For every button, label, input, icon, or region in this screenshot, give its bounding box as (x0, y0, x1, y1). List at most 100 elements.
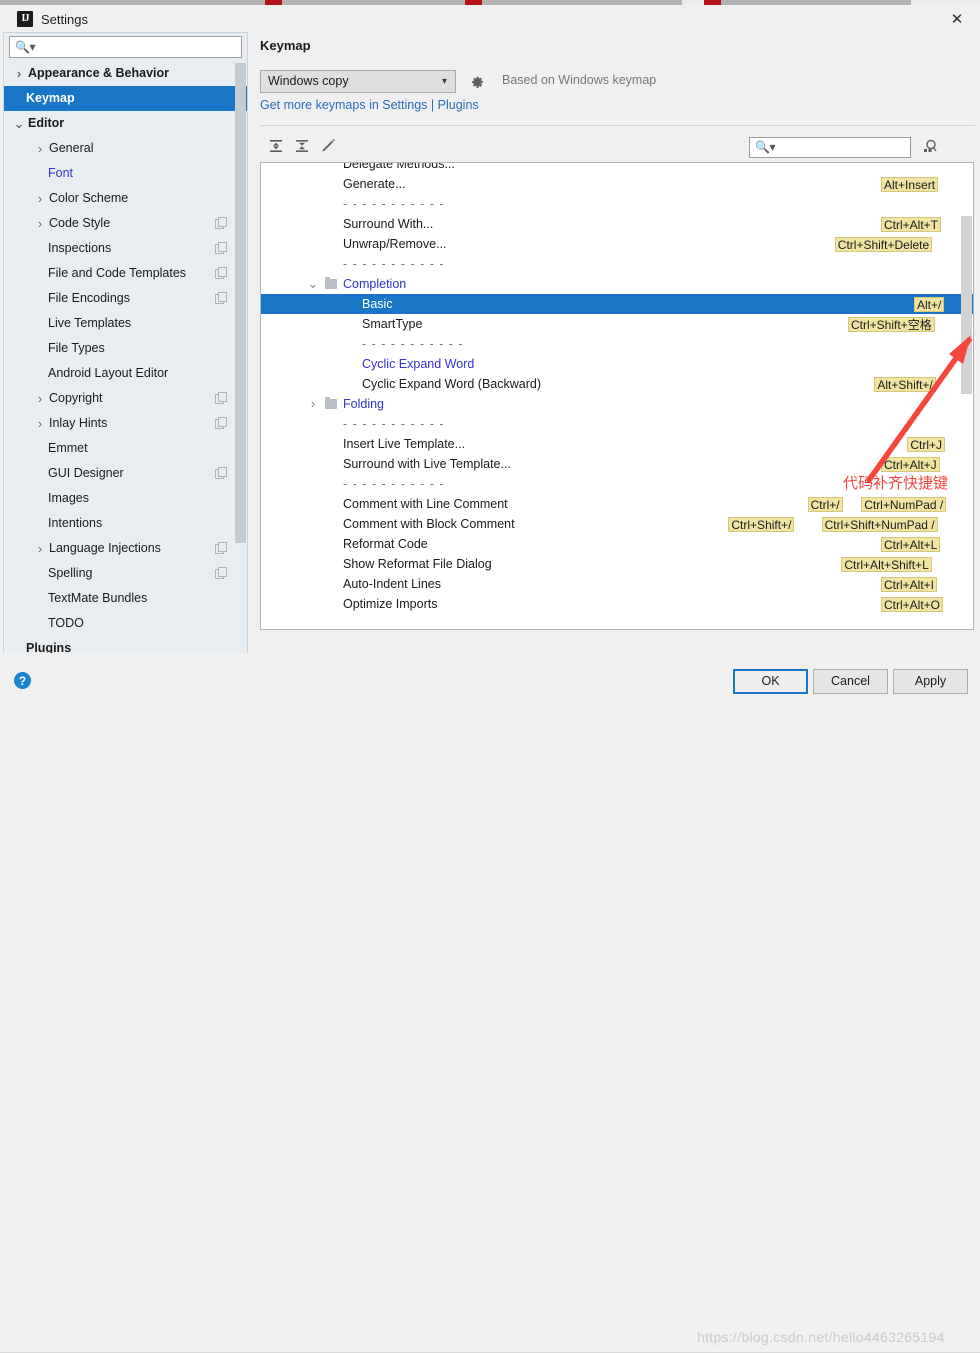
expand-all-icon[interactable] (266, 136, 286, 156)
keymap-action-row[interactable]: Delegate Methods... (261, 163, 973, 174)
sidebar-item-textmate-bundles[interactable]: TextMate Bundles (4, 586, 247, 611)
chevron-right-icon[interactable]: › (307, 394, 319, 414)
keymap-action-row[interactable]: Insert Live Template... Ctrl+J (261, 434, 973, 454)
chevron-right-icon[interactable]: › (34, 411, 46, 436)
copy-settings-icon[interactable] (215, 267, 227, 279)
keymap-action-row[interactable]: Unwrap/Remove... Ctrl+Shift+Delete (261, 234, 973, 254)
copy-settings-icon[interactable] (215, 242, 227, 254)
chevron-right-icon[interactable]: › (13, 61, 25, 86)
sidebar-item-label: Color Scheme (49, 191, 129, 205)
sidebar-item-copyright[interactable]: › Copyright (4, 386, 247, 411)
chevron-right-icon[interactable]: › (34, 536, 46, 561)
shortcut-badge: Ctrl+Shift+/ (728, 517, 795, 532)
sidebar-item-emmet[interactable]: Emmet (4, 436, 247, 461)
keymap-action-row[interactable]: Optimize Imports Ctrl+Alt+O (261, 594, 973, 614)
keymap-toolbar: 🔍▾ (255, 132, 977, 164)
sidebar-item-appearance-behavior[interactable]: › Appearance & Behavior (4, 61, 247, 86)
chevron-down-icon: ▾ (441, 76, 447, 87)
keymap-select[interactable]: Windows copy ▾ (260, 70, 456, 93)
sidebar-item-file-types[interactable]: File Types (4, 336, 247, 361)
keymap-action-row[interactable]: Basic Alt+/ (261, 294, 973, 314)
collapse-all-icon[interactable] (292, 136, 312, 156)
help-button[interactable]: ? (14, 672, 31, 689)
sidebar-item-android-layout-editor[interactable]: Android Layout Editor (4, 361, 247, 386)
sidebar-item-label: Language Injections (49, 541, 161, 555)
copy-settings-icon[interactable] (215, 392, 227, 404)
find-shortcut-input[interactable]: 🔍▾ (749, 137, 911, 158)
keymap-action-row[interactable]: Reformat Code Ctrl+Alt+L (261, 534, 973, 554)
find-by-shortcut-icon[interactable] (920, 137, 940, 157)
keymap-action-row[interactable]: Comment with Block Comment Ctrl+Shift+Num… (261, 514, 973, 534)
sidebar-item-label: Android Layout Editor (48, 366, 169, 380)
keymap-action-row[interactable]: Auto-Indent Lines Ctrl+Alt+I (261, 574, 973, 594)
keymap-scrollbar-thumb[interactable] (961, 216, 972, 394)
sidebar-item-general[interactable]: › General (4, 136, 247, 161)
chevron-right-icon[interactable]: › (34, 386, 46, 411)
copy-settings-icon[interactable] (215, 542, 227, 554)
copy-settings-icon[interactable] (215, 567, 227, 579)
apply-button[interactable]: Apply (893, 669, 968, 694)
sidebar-item-inlay-hints[interactable]: › Inlay Hints (4, 411, 247, 436)
section-divider (260, 125, 975, 126)
separator-dashes: - - - - - - - - - - - (343, 417, 445, 431)
search-icon: 🔍▾ (15, 40, 35, 54)
copy-settings-icon[interactable] (215, 292, 227, 304)
keymap-select-value: Windows copy (268, 74, 349, 88)
sidebar-item-images[interactable]: Images (4, 486, 247, 511)
close-icon[interactable]: ✕ (934, 5, 980, 32)
sidebar-item-color-scheme[interactable]: › Color Scheme (4, 186, 247, 211)
sidebar-item-gui-designer[interactable]: GUI Designer (4, 461, 247, 486)
keymap-group-row[interactable]: › Folding (261, 394, 973, 414)
get-more-keymaps-row[interactable]: Get more keymaps in Settings | Plugins (260, 98, 479, 112)
keymap-row-label: Generate... (343, 177, 406, 191)
chevron-right-icon[interactable]: › (34, 186, 46, 211)
title-bar: IJ Settings ✕ (0, 5, 980, 33)
chevron-right-icon[interactable]: › (34, 211, 46, 236)
sidebar-item-language-injections[interactable]: › Language Injections (4, 536, 247, 561)
sidebar-item-inspections[interactable]: Inspections (4, 236, 247, 261)
chevron-down-icon[interactable]: ⌄ (13, 111, 25, 136)
sidebar-item-label: GUI Designer (48, 466, 124, 480)
sidebar-item-live-templates[interactable]: Live Templates (4, 311, 247, 336)
chevron-right-icon[interactable]: › (34, 136, 46, 161)
keymap-action-row[interactable]: Cyclic Expand Word (261, 354, 973, 374)
ok-button[interactable]: OK (733, 669, 808, 694)
sidebar-item-intentions[interactable]: Intentions (4, 511, 247, 536)
copy-settings-icon[interactable] (215, 217, 227, 229)
sidebar-item-file-encodings[interactable]: File Encodings (4, 286, 247, 311)
gear-icon[interactable] (469, 74, 485, 90)
keymap-tree: Delegate Methods... Generate... Alt+Insert… (260, 162, 974, 630)
sidebar-item-label: Font (48, 166, 74, 180)
keymap-action-row[interactable]: Generate... Alt+Insert (261, 174, 973, 194)
sidebar-item-spelling[interactable]: Spelling (4, 561, 247, 586)
sidebar-item-todo[interactable]: TODO (4, 611, 247, 636)
chevron-down-icon[interactable]: ⌄ (307, 274, 319, 294)
sidebar-scrollbar-thumb[interactable] (235, 63, 246, 543)
get-more-keymaps-link[interactable]: Get more keymaps in Settings (260, 98, 427, 112)
keymap-action-row[interactable]: Surround With... Ctrl+Alt+T (261, 214, 973, 234)
sidebar-item-file-and-code-templates[interactable]: File and Code Templates (4, 261, 247, 286)
keymap-action-row[interactable]: SmartType Ctrl+Shift+空格 (261, 314, 973, 334)
sidebar-search-input[interactable]: 🔍▾ (9, 36, 242, 58)
pencil-edit-icon[interactable] (318, 136, 338, 156)
keymap-action-row[interactable]: Cyclic Expand Word (Backward) Alt+Shift+/ (261, 374, 973, 394)
sidebar-item-editor[interactable]: ⌄ Editor (4, 111, 247, 136)
cancel-button[interactable]: Cancel (813, 669, 888, 694)
keymap-row-label: Auto-Indent Lines (343, 577, 441, 591)
keymap-row-label: Optimize Imports (343, 597, 438, 611)
sidebar-item-label: File Encodings (48, 291, 130, 305)
sidebar-item-font[interactable]: Font (4, 161, 247, 186)
plugins-link[interactable]: Plugins (438, 98, 479, 112)
copy-settings-icon[interactable] (215, 467, 227, 479)
keymap-action-row[interactable]: Surround with Live Template... Ctrl+Alt+J (261, 454, 973, 474)
keymap-group-row[interactable]: ⌄ Completion (261, 274, 973, 294)
copy-settings-icon[interactable] (215, 417, 227, 429)
keymap-action-row[interactable]: Comment with Line Comment Ctrl+NumPad / Ct… (261, 494, 973, 514)
sidebar-item-label: Intentions (48, 516, 103, 530)
keymap-separator: - - - - - - - - - - - (261, 194, 973, 214)
keymap-action-row[interactable]: Show Reformat File Dialog Ctrl+Alt+Shift+… (261, 554, 973, 574)
sidebar-tree: › Appearance & Behavior Keymap ⌄ Editor › Gene… (4, 61, 247, 663)
sidebar-item-keymap[interactable]: Keymap (4, 86, 247, 111)
sidebar-item-code-style[interactable]: › Code Style (4, 211, 247, 236)
settings-sidebar: 🔍▾ › Appearance & Behavior Keymap ⌄ Editor › G… (3, 32, 248, 664)
